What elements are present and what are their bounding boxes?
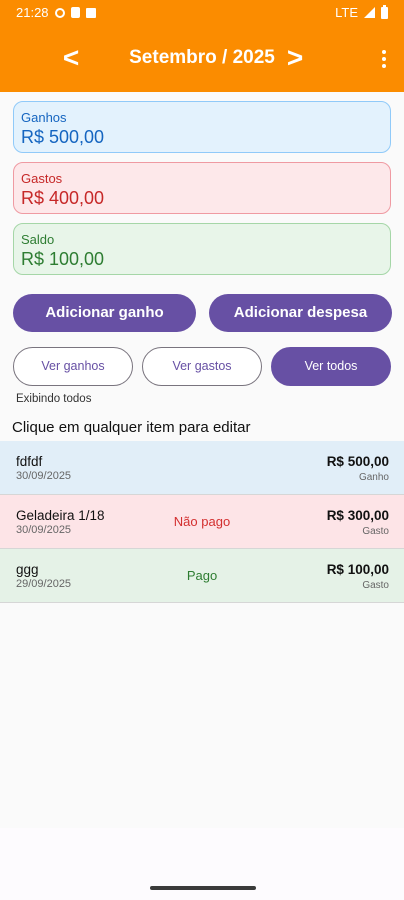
income-summary-card: Ganhos R$ 500,00: [13, 101, 391, 153]
filter-status-text: Exibindo todos: [16, 393, 92, 405]
sim-card-icon: [70, 7, 80, 18]
edit-hint: Clique em qualquer item para editar: [12, 419, 251, 436]
status-right: LTE: [335, 4, 388, 20]
list-item[interactable]: ggg 29/09/2025 Pago R$ 100,00 Gasto: [0, 549, 404, 603]
status-left: 21:28: [16, 5, 96, 20]
expense-value: R$ 400,00: [21, 188, 105, 208]
item-amount: R$ 300,00: [326, 508, 389, 523]
item-name: fdfdf: [16, 454, 43, 469]
income-value: R$ 500,00: [21, 127, 105, 147]
next-month-button[interactable]: >: [280, 41, 310, 75]
network-type: LTE: [335, 5, 358, 20]
expense-summary-card: Gastos R$ 400,00: [13, 162, 391, 214]
filter-expenses-button[interactable]: Ver gastos: [142, 347, 262, 386]
expense-label: Gastos: [21, 171, 63, 186]
battery-icon: [381, 4, 388, 19]
item-date: 30/09/2025: [16, 470, 72, 482]
item-amount: R$ 500,00: [326, 454, 389, 469]
item-amount: R$ 100,00: [326, 562, 389, 577]
signal-icon: [364, 7, 375, 18]
month-title: Setembro / 2025: [129, 47, 275, 68]
income-label: Ganhos: [21, 110, 67, 125]
filter-all-button[interactable]: Ver todos: [271, 347, 391, 386]
more-options-icon[interactable]: [380, 50, 388, 70]
status-time: 21:28: [16, 5, 49, 20]
list-item[interactable]: Geladeira 1/18 30/09/2025 Não pago R$ 30…: [0, 495, 404, 549]
notification-icon: [85, 7, 96, 18]
home-indicator[interactable]: [150, 886, 256, 890]
filter-income-button[interactable]: Ver ganhos: [13, 347, 133, 386]
app-bar: < Setembro / 2025 >: [0, 28, 404, 92]
item-kind: Gasto: [362, 580, 389, 591]
balance-value: R$ 100,00: [21, 249, 105, 269]
add-expense-button[interactable]: Adicionar despesa: [209, 294, 392, 332]
top-bar: 21:28 LTE < Setembro / 2025 >: [0, 0, 404, 92]
list-item[interactable]: fdfdf 30/09/2025 R$ 500,00 Ganho: [0, 441, 404, 495]
item-kind: Gasto: [362, 526, 389, 537]
add-income-button[interactable]: Adicionar ganho: [13, 294, 196, 332]
balance-label: Saldo: [21, 232, 55, 247]
balance-summary-card: Saldo R$ 100,00: [13, 223, 391, 275]
status-bar: 21:28 LTE: [0, 0, 404, 26]
shield-icon: [54, 7, 65, 18]
transaction-list: fdfdf 30/09/2025 R$ 500,00 Ganho Geladei…: [0, 441, 404, 603]
item-kind: Ganho: [358, 472, 389, 483]
